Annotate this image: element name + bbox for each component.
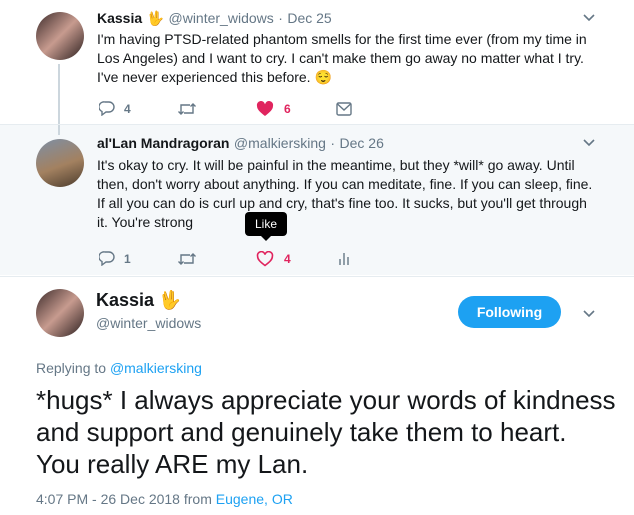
heart-filled-icon[interactable] (256, 101, 274, 117)
like-count: 4 (284, 252, 291, 266)
like-tooltip: Like (245, 212, 288, 241)
avatar[interactable] (36, 12, 84, 60)
main-tweet[interactable]: Kassia 🖖 @winter_widows Following Replyi… (0, 276, 634, 515)
replying-to-link[interactable]: @malkiersking (110, 360, 202, 376)
author-name[interactable]: Kassia (97, 10, 142, 26)
tweet-text: *hugs* I always appreciate your words of… (36, 385, 616, 479)
reply-icon[interactable] (99, 101, 115, 116)
tweet-text: I'm having PTSD-related phantom smells f… (97, 31, 587, 85)
avatar[interactable] (36, 139, 84, 187)
message-icon[interactable] (336, 102, 352, 116)
tweet-kassia[interactable]: Kassia 🖖 @winter_widows · Dec 25 I'm hav… (0, 0, 634, 124)
thread-line (58, 125, 60, 135)
tweet-date[interactable]: Dec 26 (340, 135, 384, 151)
tweet-date[interactable]: Dec 25 (287, 10, 331, 26)
following-button[interactable]: Following (458, 296, 561, 328)
author-name[interactable]: Kassia (96, 290, 154, 310)
author-handle[interactable]: @winter_widows (96, 315, 201, 331)
vulcan-salute-emoji: 🖖 (158, 290, 181, 310)
reply-icon[interactable] (99, 251, 115, 266)
avatar[interactable] (36, 289, 84, 337)
retweet-icon[interactable] (177, 252, 197, 266)
reply-count: 1 (124, 252, 131, 266)
like-count: 6 (284, 102, 291, 116)
author-handle[interactable]: @winter_widows (169, 10, 274, 26)
replying-to: Replying to @malkiersking (36, 360, 202, 376)
tweet-timestamp: 4:07 PM - 26 Dec 2018 from Eugene, OR (36, 491, 293, 507)
caret-down-icon[interactable] (583, 139, 595, 147)
retweet-icon[interactable] (177, 102, 197, 116)
reply-count: 4 (124, 102, 131, 116)
tweet-text: It's okay to cry. It will be painful in … (97, 157, 593, 230)
vulcan-salute-emoji: 🖖 (146, 10, 165, 26)
heart-outline-icon[interactable] (256, 251, 274, 267)
author-handle[interactable]: @malkiersking (234, 135, 326, 151)
caret-down-icon[interactable] (583, 310, 595, 318)
location-link[interactable]: Eugene, OR (216, 491, 293, 507)
tweet-lan[interactable]: al'Lan Mandragoran @malkiersking · Dec 2… (0, 124, 634, 275)
author-name[interactable]: al'Lan Mandragoran (97, 135, 229, 151)
caret-down-icon[interactable] (583, 14, 595, 22)
analytics-icon[interactable] (338, 251, 350, 265)
thread-line (58, 64, 60, 124)
